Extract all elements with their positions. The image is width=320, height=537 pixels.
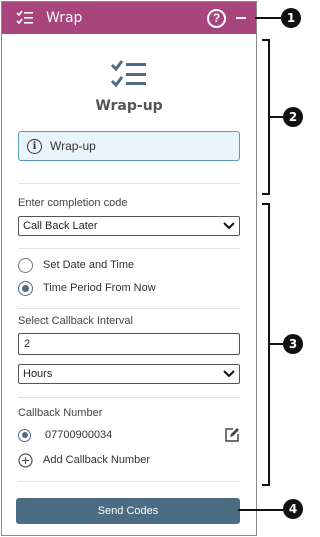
completion-code-label: Enter completion code [18, 197, 128, 209]
callout-marker: 3 [283, 334, 303, 354]
info-text: Wrap-up [50, 139, 96, 153]
title-bar: Wrap ? [2, 2, 256, 34]
hero-title: Wrap-up [95, 98, 163, 114]
callout-leader [270, 343, 283, 345]
info-box: i Wrap-up [18, 131, 240, 161]
callout-marker: 2 [283, 107, 303, 127]
callout-marker: 1 [281, 8, 301, 28]
checklist-icon [110, 60, 146, 88]
add-callback-number-button[interactable]: Add Callback Number [18, 451, 240, 469]
radio-button[interactable] [18, 428, 31, 442]
hero-section: Wrap-up [18, 34, 240, 114]
interval-input[interactable]: 2 [18, 333, 240, 355]
interval-value: 2 [24, 338, 31, 350]
callback-number: 07700900034 [45, 429, 113, 441]
callout-marker: 4 [283, 499, 303, 519]
panel-title: Wrap [46, 10, 83, 26]
radio-set-date-time[interactable]: Set Date and Time [18, 256, 240, 274]
divider [18, 397, 240, 398]
callout-bracket [262, 39, 270, 195]
edit-icon[interactable] [224, 427, 240, 443]
divider [18, 248, 240, 249]
add-callback-label: Add Callback Number [43, 454, 150, 466]
radio-button[interactable] [18, 280, 33, 296]
callout-leader [255, 17, 281, 19]
divider [18, 308, 240, 309]
callback-number-row[interactable]: 07700900034 [18, 426, 240, 444]
chevron-down-icon [223, 222, 235, 230]
completion-code-value: Call Back Later [23, 220, 98, 232]
completion-code-select[interactable]: Call Back Later [18, 216, 240, 236]
send-codes-button[interactable]: Send Codes [16, 498, 240, 524]
callout-leader [270, 116, 283, 118]
info-icon: i [27, 138, 42, 154]
callout-bracket [262, 203, 270, 486]
radio-label: Set Date and Time [43, 259, 135, 271]
chevron-down-icon [223, 370, 235, 378]
radio-time-period[interactable]: Time Period From Now [18, 279, 240, 297]
divider [18, 183, 240, 184]
checklist-icon [16, 10, 33, 25]
radio-button[interactable] [18, 257, 33, 273]
callout-leader [238, 509, 283, 511]
minimize-icon[interactable] [236, 17, 246, 19]
callback-label: Callback Number [18, 407, 103, 419]
divider [18, 481, 240, 482]
interval-label: Select Callback Interval [18, 315, 133, 327]
plus-circle-icon [18, 452, 33, 468]
question-circle-icon[interactable]: ? [207, 8, 226, 28]
interval-unit-value: Hours [23, 368, 53, 380]
radio-label: Time Period From Now [43, 282, 156, 294]
interval-unit-select[interactable]: Hours [18, 364, 240, 384]
wrap-panel: Wrap ? Wrap-up i Wrap-up Enter completio… [1, 1, 257, 536]
